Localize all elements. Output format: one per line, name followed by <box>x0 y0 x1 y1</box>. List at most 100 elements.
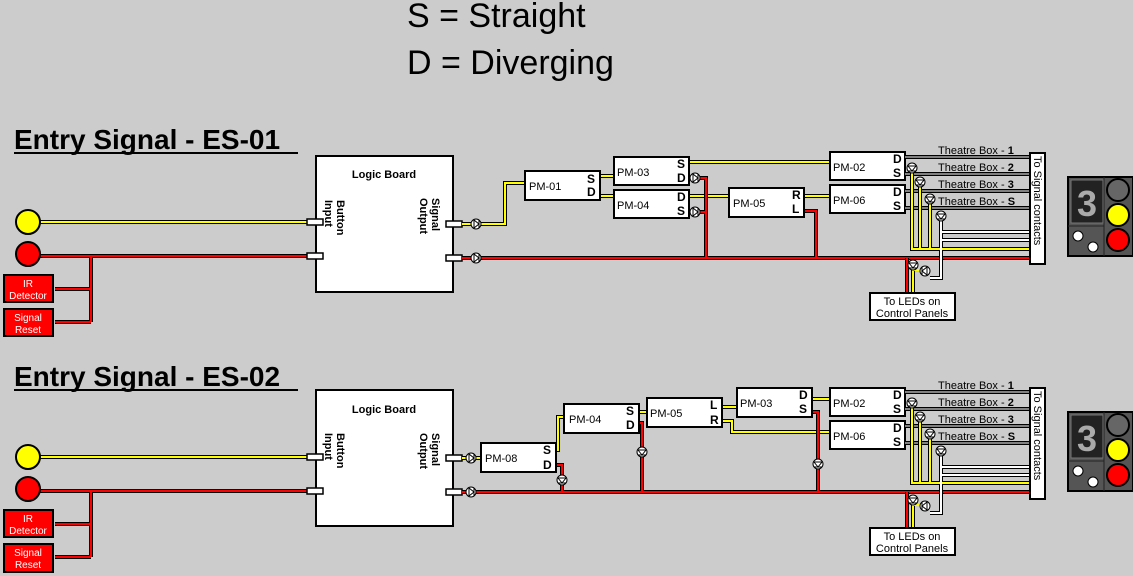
svg-text:S: S <box>893 435 901 449</box>
signal-lamp-off-icon <box>1106 413 1130 437</box>
shunt-lamp-icon <box>1087 476 1099 488</box>
red-button-icon[interactable] <box>15 476 41 502</box>
svg-text:PM-06: PM-06 <box>833 195 865 207</box>
svg-text:PM-02: PM-02 <box>833 398 865 410</box>
svg-text:D: D <box>677 190 686 204</box>
theatre-display: 3 <box>1077 183 1097 224</box>
yellow-button-icon[interactable] <box>15 444 41 470</box>
svg-text:D: D <box>893 185 902 199</box>
logic-board: Logic Board Button Input Signal Output <box>306 155 463 293</box>
theatre-display: 3 <box>1077 418 1097 459</box>
point-motor-pm-06: PM-06 D S <box>829 184 906 214</box>
svg-text:Signal: Signal <box>14 313 42 324</box>
point-motor-pm-01: PM-01 S D <box>524 170 601 201</box>
svg-text:D: D <box>893 152 902 166</box>
ir-detector: IR Detector <box>3 509 54 538</box>
signal-contacts-box: To Signal contacts <box>1029 387 1046 500</box>
svg-text:S: S <box>543 443 551 457</box>
theatre-box-1: Theatre Box - 1 <box>938 145 1014 157</box>
svg-text:Button: Button <box>334 200 346 236</box>
leds-box: To LEDs on Control Panels <box>869 292 956 321</box>
legend-straight: S = Straight <box>407 0 586 35</box>
section-es-01: Entry Signal - ES-01 IR Detector Signal … <box>3 124 1133 337</box>
svg-text:S: S <box>893 402 901 416</box>
svg-text:Button: Button <box>334 433 346 469</box>
point-motor-pm-06: PM-06 D S <box>829 420 906 450</box>
svg-text:R: R <box>792 188 801 202</box>
svg-text:S: S <box>677 157 685 171</box>
point-motor-pm-04: PM-04 S D <box>563 403 640 434</box>
theatre-box-s: Theatre Box - S <box>938 431 1015 443</box>
shunt-lamp-icon <box>1087 241 1099 253</box>
section-es-02: Entry Signal - ES-02 IR Detector Signal … <box>3 361 1133 573</box>
svg-text:IR: IR <box>23 279 33 290</box>
svg-text:Signal: Signal <box>14 548 42 559</box>
svg-text:PM-04: PM-04 <box>617 200 649 212</box>
svg-text:To LEDs on: To LEDs on <box>884 531 941 543</box>
point-motor-pm-05: PM-05 L R <box>646 397 723 428</box>
section-title: Entry Signal - ES-02 <box>14 361 280 392</box>
signal-head: 3 <box>1067 411 1133 492</box>
logic-board: Logic Board Button Input Signal Output <box>306 389 463 527</box>
svg-text:Signal: Signal <box>429 433 441 466</box>
shunt-lamp-icon <box>1072 465 1084 477</box>
svg-text:Detector: Detector <box>9 291 47 302</box>
theatre-box-3: Theatre Box - 3 <box>938 414 1014 426</box>
svg-text:Output: Output <box>417 433 429 469</box>
point-motor-pm-03: PM-03 D S <box>736 387 813 418</box>
svg-text:D: D <box>587 185 596 199</box>
svg-text:PM-02: PM-02 <box>833 162 865 174</box>
yellow-button-icon[interactable] <box>15 209 41 235</box>
svg-text:Control Panels: Control Panels <box>876 543 949 555</box>
theatre-box-2: Theatre Box - 2 <box>938 397 1014 409</box>
theatre-box-2: Theatre Box - 2 <box>938 162 1014 174</box>
svg-text:S: S <box>677 204 685 218</box>
svg-text:Reset: Reset <box>15 560 41 571</box>
svg-text:IR: IR <box>23 514 33 525</box>
svg-text:Input: Input <box>322 433 334 460</box>
svg-text:PM-04: PM-04 <box>569 414 601 426</box>
legend-diverging: D = Diverging <box>407 44 614 82</box>
svg-text:S: S <box>626 404 634 418</box>
signal-lamp-red-icon <box>1106 463 1130 487</box>
signal-reset: Signal Reset <box>3 308 54 337</box>
section-title: Entry Signal - ES-01 <box>14 124 280 155</box>
svg-text:R: R <box>710 413 719 427</box>
svg-text:D: D <box>799 388 808 402</box>
point-motor-pm-03: PM-03 S D <box>613 156 690 186</box>
svg-text:Logic Board: Logic Board <box>352 169 416 181</box>
svg-text:PM-06: PM-06 <box>833 431 865 443</box>
svg-text:To Signal contacts: To Signal contacts <box>1031 156 1043 246</box>
red-button-icon[interactable] <box>15 241 41 267</box>
theatre-box-3: Theatre Box - 3 <box>938 179 1014 191</box>
signal-lamp-red-icon <box>1106 228 1130 252</box>
signal-reset: Signal Reset <box>3 543 54 573</box>
svg-text:PM-01: PM-01 <box>529 181 561 193</box>
svg-text:L: L <box>710 398 717 412</box>
point-motor-pm-08: PM-08 S D <box>480 442 557 473</box>
signal-head: 3 <box>1067 176 1133 257</box>
signal-lamp-yellow-icon <box>1106 438 1130 462</box>
svg-text:PM-03: PM-03 <box>740 398 772 410</box>
signal-lamp-off-icon <box>1106 178 1130 202</box>
svg-text:Input: Input <box>322 200 334 227</box>
svg-text:D: D <box>543 458 552 472</box>
signal-contacts-box: To Signal contacts <box>1029 152 1046 265</box>
svg-text:D: D <box>893 388 902 402</box>
svg-text:Output: Output <box>417 198 429 234</box>
point-motor-pm-02: PM-02 D S <box>829 151 906 181</box>
svg-text:PM-05: PM-05 <box>650 408 682 420</box>
svg-text:S: S <box>587 172 595 186</box>
leds-box: To LEDs on Control Panels <box>869 527 956 556</box>
svg-text:Control Panels: Control Panels <box>876 308 949 320</box>
svg-text:Logic Board: Logic Board <box>352 404 416 416</box>
svg-text:D: D <box>893 421 902 435</box>
theatre-box-s: Theatre Box - S <box>938 196 1015 208</box>
svg-text:PM-03: PM-03 <box>617 167 649 179</box>
signal-lamp-yellow-icon <box>1106 203 1130 227</box>
point-motor-pm-05: PM-05 R L <box>728 187 805 218</box>
ir-detector: IR Detector <box>3 274 54 303</box>
svg-text:S: S <box>799 402 807 416</box>
svg-text:To Signal contacts: To Signal contacts <box>1031 391 1043 481</box>
svg-text:PM-08: PM-08 <box>485 453 517 465</box>
